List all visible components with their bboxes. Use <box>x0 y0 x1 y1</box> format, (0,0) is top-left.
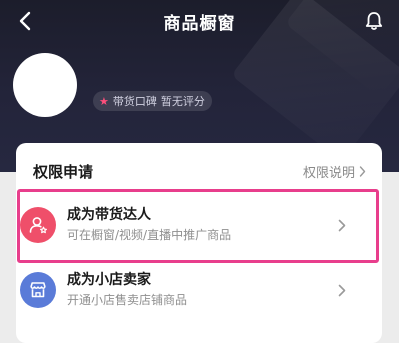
help-link-label: 权限说明 <box>302 166 355 181</box>
bell-icon <box>365 12 383 30</box>
become-seller-option[interactable]: 成为小店卖家 开通小店售卖店铺商品 <box>12 258 352 322</box>
avatar[interactable] <box>13 53 77 117</box>
badge-value: 暂无评分 <box>160 95 205 108</box>
become-promoter-option[interactable]: 成为带货达人 可在橱窗/视频/直播中推广商品 <box>12 193 352 257</box>
star-icon: ★ <box>99 94 109 108</box>
section-title: 权限申请 <box>33 163 94 181</box>
option-title: 成为小店卖家 <box>67 272 151 288</box>
notification-button[interactable] <box>361 8 387 34</box>
permissions-help-link[interactable]: 权限说明 <box>303 162 366 181</box>
option-subtitle: 开通小店售卖店铺商品 <box>67 293 188 307</box>
option-title: 成为带货达人 <box>67 207 151 223</box>
chevron-right-icon <box>359 166 366 177</box>
page-title: 商品橱窗 <box>163 14 236 34</box>
chevron-right-icon <box>338 284 346 296</box>
badge-label: 带货口碑 <box>112 95 157 108</box>
user-star-icon <box>20 207 56 243</box>
shop-icon <box>20 272 56 308</box>
option-subtitle: 可在橱窗/视频/直播中推广商品 <box>67 228 232 242</box>
chevron-right-icon <box>338 219 346 231</box>
reputation-badge[interactable]: ★ 带货口碑 暂无评分 <box>93 91 212 111</box>
